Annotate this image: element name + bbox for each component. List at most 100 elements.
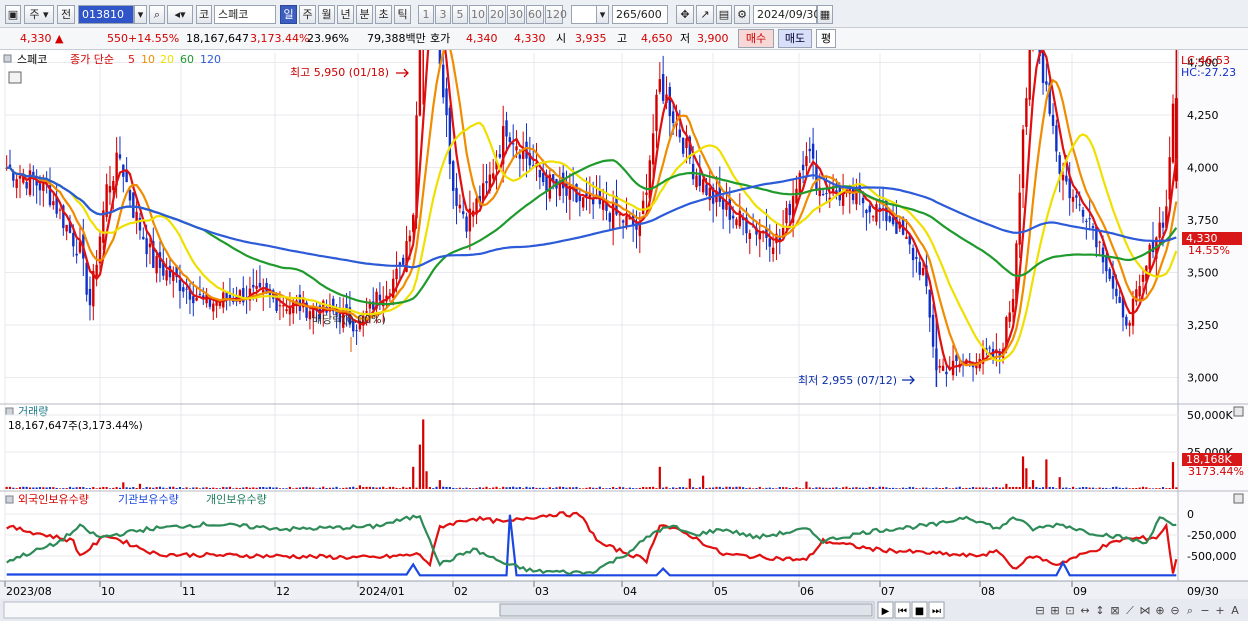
volume-bar (845, 486, 848, 489)
count-field[interactable]: 265/600 (612, 5, 668, 24)
volume-bar (268, 486, 272, 489)
volume-bar (598, 486, 601, 489)
code-input[interactable]: 013810 (78, 5, 134, 24)
code-dropdown-icon[interactable]: ▾ (134, 5, 147, 24)
interval-button-30[interactable]: 30 (507, 5, 525, 24)
volume-bar (142, 488, 145, 489)
period-button-1[interactable]: 주 (299, 5, 316, 24)
volume-bar (915, 488, 918, 489)
volume-bar (632, 488, 635, 489)
volume-bar (835, 487, 838, 489)
volume-bar (115, 487, 118, 489)
candle-body (418, 50, 422, 116)
volume-bar (911, 487, 915, 489)
candle-body (395, 268, 398, 280)
volume-bar (455, 488, 458, 489)
dividend-label: 배당락(0.00%) (312, 313, 386, 326)
save-icon[interactable]: ▤ (716, 5, 732, 24)
search-icon[interactable]: ⌕ (149, 5, 165, 24)
chart-area[interactable]: 5,7505,5005,2505,0004,7504,5004,2504,000… (0, 50, 1248, 621)
eval-button[interactable]: 평 (816, 29, 836, 48)
volume-bar (1171, 462, 1175, 489)
volume-bar (822, 487, 825, 489)
volume-bar (782, 487, 785, 489)
volume-bar (495, 486, 498, 489)
layout-icon[interactable]: ▣ (5, 5, 21, 24)
volume-bar (195, 487, 198, 489)
low-label: 저 (680, 32, 691, 45)
period-button-3[interactable]: 년 (337, 5, 354, 24)
period-button-6[interactable]: 틱 (394, 5, 411, 24)
open-label: 시 (556, 32, 567, 45)
candle-body (58, 209, 62, 211)
candle-body (192, 296, 195, 304)
volume-bar (955, 487, 958, 489)
volume-bar (675, 487, 678, 489)
candle-body (798, 172, 801, 194)
period-button-2[interactable]: 월 (318, 5, 335, 24)
volume-bar (775, 488, 778, 489)
candle-body (1125, 316, 1128, 326)
volume-bar (888, 487, 891, 489)
volume-bar (512, 486, 515, 489)
holding-legend-icon (5, 495, 14, 504)
volume-bar (838, 488, 841, 489)
scroll-thumb[interactable] (499, 603, 873, 617)
candle-body (668, 86, 672, 117)
holding-close-icon[interactable] (1233, 493, 1244, 504)
volume-bar (678, 487, 681, 489)
table-icon[interactable] (8, 71, 22, 84)
volume-bar (318, 487, 322, 489)
volume-bar (732, 487, 735, 489)
legend-price-label: 종가 단순 (70, 53, 114, 66)
candle-body (258, 282, 262, 288)
interval-button-5[interactable]: 5 (452, 5, 468, 24)
buy-button[interactable]: 매수 (738, 29, 774, 48)
interval-dropdown-icon[interactable]: ▾ (596, 5, 609, 24)
candle-body (85, 262, 88, 295)
price-value: 4,330 (20, 32, 52, 45)
volume-bar (705, 487, 708, 489)
volume-bar (272, 487, 275, 489)
candle-body (915, 256, 918, 259)
volume-bar (901, 487, 905, 489)
hoga2: 4,330 (514, 32, 546, 45)
price-tick-label: 3,250 (1187, 319, 1219, 332)
period-button-4[interactable]: 분 (356, 5, 373, 24)
calendar-icon[interactable]: ▦ (817, 5, 833, 24)
volume-bar (562, 486, 565, 489)
hc-label: HC:-27.23 (1181, 66, 1236, 79)
candle-body (442, 64, 445, 98)
candle-body (1141, 274, 1145, 282)
crosshair-icon[interactable]: ✥ (676, 5, 694, 24)
gear-icon[interactable]: ⚙ (734, 5, 750, 24)
candle-body (491, 173, 495, 179)
interval-button-3[interactable]: 3 (435, 5, 451, 24)
volume-bar (95, 488, 98, 489)
candle-body (88, 288, 92, 306)
interval-button-60[interactable]: 60 (526, 5, 544, 24)
sell-button[interactable]: 매도 (778, 29, 812, 48)
volume-bar (458, 487, 461, 489)
volume-bar (938, 488, 941, 489)
volume-bar (422, 419, 425, 489)
type2-button[interactable]: 전 (57, 5, 75, 24)
volume-bar (1088, 487, 1091, 489)
interval-button-1[interactable]: 1 (418, 5, 434, 24)
volume-bar (612, 487, 615, 489)
x-tick-label: 05 (714, 585, 728, 598)
period-button-5[interactable]: 초 (375, 5, 392, 24)
period-button-0[interactable]: 일 (280, 5, 297, 24)
candle-body (355, 330, 358, 332)
interval-button-10[interactable]: 10 (469, 5, 487, 24)
type1-select[interactable]: 주 ▾ (24, 5, 54, 24)
stock-name-input[interactable]: 스페코 (214, 5, 276, 24)
volume-bar (68, 486, 72, 489)
holding-tick-label: -500,000 (1187, 550, 1236, 563)
date-input[interactable]: 2024/09/30 (753, 5, 820, 24)
speaker-icon[interactable]: ◂▾ (167, 5, 193, 24)
volume-close-icon[interactable] (1233, 406, 1244, 417)
draw-icon[interactable]: ↗ (696, 5, 714, 24)
interval-button-120[interactable]: 120 (545, 5, 567, 24)
interval-button-20[interactable]: 20 (488, 5, 506, 24)
